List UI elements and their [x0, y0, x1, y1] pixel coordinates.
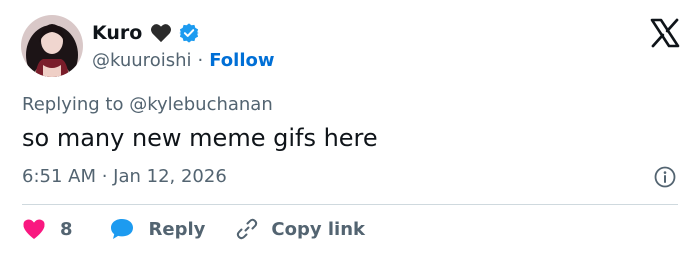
copy-link-button[interactable]: Copy link [235, 217, 365, 241]
copy-link-label: Copy link [271, 218, 365, 240]
reply-label: Reply [148, 218, 206, 240]
like-button[interactable]: 8 [22, 218, 73, 240]
black-heart-icon [150, 23, 172, 43]
reply-button[interactable]: Reply [109, 217, 206, 241]
divider [22, 204, 678, 205]
avatar[interactable] [21, 15, 83, 77]
link-icon [235, 217, 259, 241]
action-bar: 8 Reply Copy link [22, 214, 365, 244]
x-logo-icon[interactable] [650, 18, 680, 48]
like-count: 8 [60, 218, 73, 240]
follow-button[interactable]: Follow [209, 50, 274, 71]
author-handle-row: @kuuroishi · Follow [92, 48, 275, 72]
verified-badge-icon[interactable] [178, 22, 200, 44]
separator-dot: · [197, 49, 204, 71]
tweet-text: so many new meme gifs here [22, 124, 378, 152]
replying-to: Replying to @kylebuchanan [22, 94, 273, 115]
heart-icon [22, 218, 46, 240]
reply-bubble-icon [109, 217, 135, 241]
author-name[interactable]: Kuro [92, 22, 142, 44]
reply-mention-link[interactable]: @kylebuchanan [129, 94, 273, 115]
author-handle[interactable]: @kuuroishi [92, 50, 192, 71]
replying-prefix: Replying to [22, 94, 124, 115]
author-name-row: Kuro [92, 20, 200, 46]
tweet-timestamp[interactable]: 6:51 AM · Jan 12, 2026 [22, 166, 227, 187]
avatar-image [21, 15, 83, 77]
info-icon[interactable] [654, 166, 676, 188]
